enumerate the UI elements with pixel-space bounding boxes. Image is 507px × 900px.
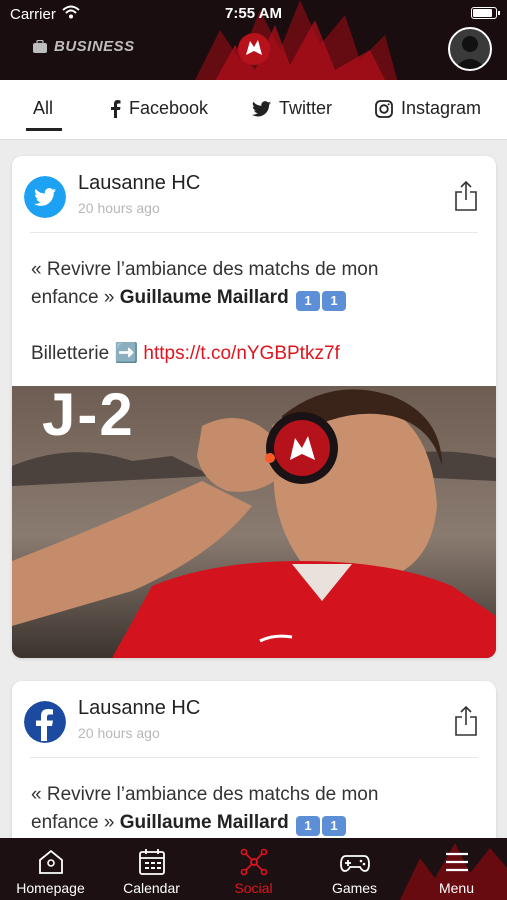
post-text-line: Billetterie ➡️ https://t.co/nYGBPtkz7f: [31, 340, 478, 368]
nav-label: Homepage: [16, 880, 85, 896]
nav-games[interactable]: Games: [304, 838, 405, 900]
post-text-fragment: enfance »: [31, 812, 120, 833]
nav-homepage[interactable]: Homepage: [0, 838, 101, 900]
nav-label: Games: [331, 880, 378, 896]
user-icon: [454, 36, 486, 69]
tab-instagram[interactable]: Instagram: [375, 98, 481, 119]
post-text: « Revivre l’ambiance des matchs de mon e…: [31, 256, 478, 368]
post-image[interactable]: J-2: [12, 386, 496, 658]
business-link[interactable]: BUSINESS: [32, 38, 135, 55]
divider: [30, 232, 478, 233]
business-label: BUSINESS: [54, 38, 135, 55]
share-icon[interactable]: [454, 705, 478, 737]
divider: [30, 757, 478, 758]
calendar-icon: [138, 849, 165, 875]
post-link[interactable]: https://t.co/nYGBPtkz7f: [143, 343, 339, 364]
home-icon: [38, 849, 63, 874]
bottom-navigation: Homepage Calendar Social Games Menu: [0, 838, 507, 900]
user-avatar[interactable]: [448, 27, 492, 71]
post-text-fragment: enfance »: [31, 287, 120, 308]
tab-facebook-label: Facebook: [129, 98, 209, 118]
post-author[interactable]: Lausanne HC: [78, 172, 200, 195]
post-text: « Revivre l’ambiance des matchs de mon e…: [31, 781, 478, 837]
post-text-line: « Revivre l’ambiance des matchs de mon: [31, 259, 379, 280]
twitter-icon: [252, 100, 271, 116]
post-header: Lausanne HC 20 hours ago: [12, 156, 496, 232]
nav-social[interactable]: Social: [203, 838, 304, 900]
nav-label: Menu: [438, 880, 475, 896]
status-bar: Carrier 7:55 AM: [0, 0, 507, 28]
social-filter-tabs: All Facebook Twitter Instagram: [0, 80, 507, 140]
keycap-emoji: 1: [295, 816, 320, 836]
ticket-label: Billetterie: [31, 343, 110, 364]
tab-all-label: All: [33, 98, 54, 118]
post-card[interactable]: Lausanne HC 20 hours ago « Revivre l’amb…: [12, 156, 496, 658]
image-overlay-text: J-2: [42, 386, 135, 448]
arrow-right-emoji: ➡️: [114, 343, 139, 364]
keycap-emoji: 1: [321, 291, 346, 311]
share-icon[interactable]: [454, 180, 478, 212]
post-author[interactable]: Lausanne HC: [78, 697, 200, 720]
tab-all[interactable]: All: [33, 98, 53, 119]
post-text-line: enfance » Guillaume Maillard 11: [31, 809, 478, 837]
instagram-icon: [375, 99, 393, 118]
facebook-icon: [111, 99, 121, 118]
tab-twitter-label: Twitter: [279, 98, 333, 118]
facebook-icon: [24, 701, 66, 743]
nav-calendar[interactable]: Calendar: [101, 838, 202, 900]
nav-label: Calendar: [123, 880, 180, 896]
tab-facebook[interactable]: Facebook: [109, 98, 208, 119]
tab-twitter[interactable]: Twitter: [252, 98, 332, 119]
post-header: Lausanne HC 20 hours ago: [12, 681, 496, 757]
nav-label: Social: [234, 880, 273, 896]
post-text-line: enfance » Guillaume Maillard 11: [31, 284, 478, 312]
battery-icon: [471, 7, 500, 19]
social-network-icon: [240, 848, 267, 876]
nav-menu[interactable]: Menu: [406, 838, 507, 900]
clock: 7:55 AM: [225, 5, 282, 22]
tab-instagram-label: Instagram: [401, 98, 482, 118]
post-timestamp: 20 hours ago: [78, 200, 160, 216]
keycap-emoji: 1: [295, 291, 320, 311]
active-tab-indicator: [26, 128, 62, 131]
hamburger-menu-icon: [445, 852, 468, 872]
social-feed[interactable]: Lausanne HC 20 hours ago « Revivre l’amb…: [0, 140, 507, 838]
post-text-line: « Revivre l’ambiance des matchs de mon: [31, 784, 379, 805]
post-mention: Guillaume Maillard: [119, 812, 289, 833]
briefcase-icon: [33, 39, 47, 53]
keycap-emoji: 1: [321, 816, 346, 836]
club-logo[interactable]: [236, 31, 272, 67]
post-mention: Guillaume Maillard: [119, 287, 289, 308]
twitter-icon: [24, 176, 66, 218]
post-card[interactable]: Lausanne HC 20 hours ago « Revivre l’amb…: [12, 681, 496, 838]
post-timestamp: 20 hours ago: [78, 725, 160, 741]
gamepad-icon: [339, 855, 370, 872]
app-header: Carrier 7:55 AM BUSINESS: [0, 0, 507, 80]
